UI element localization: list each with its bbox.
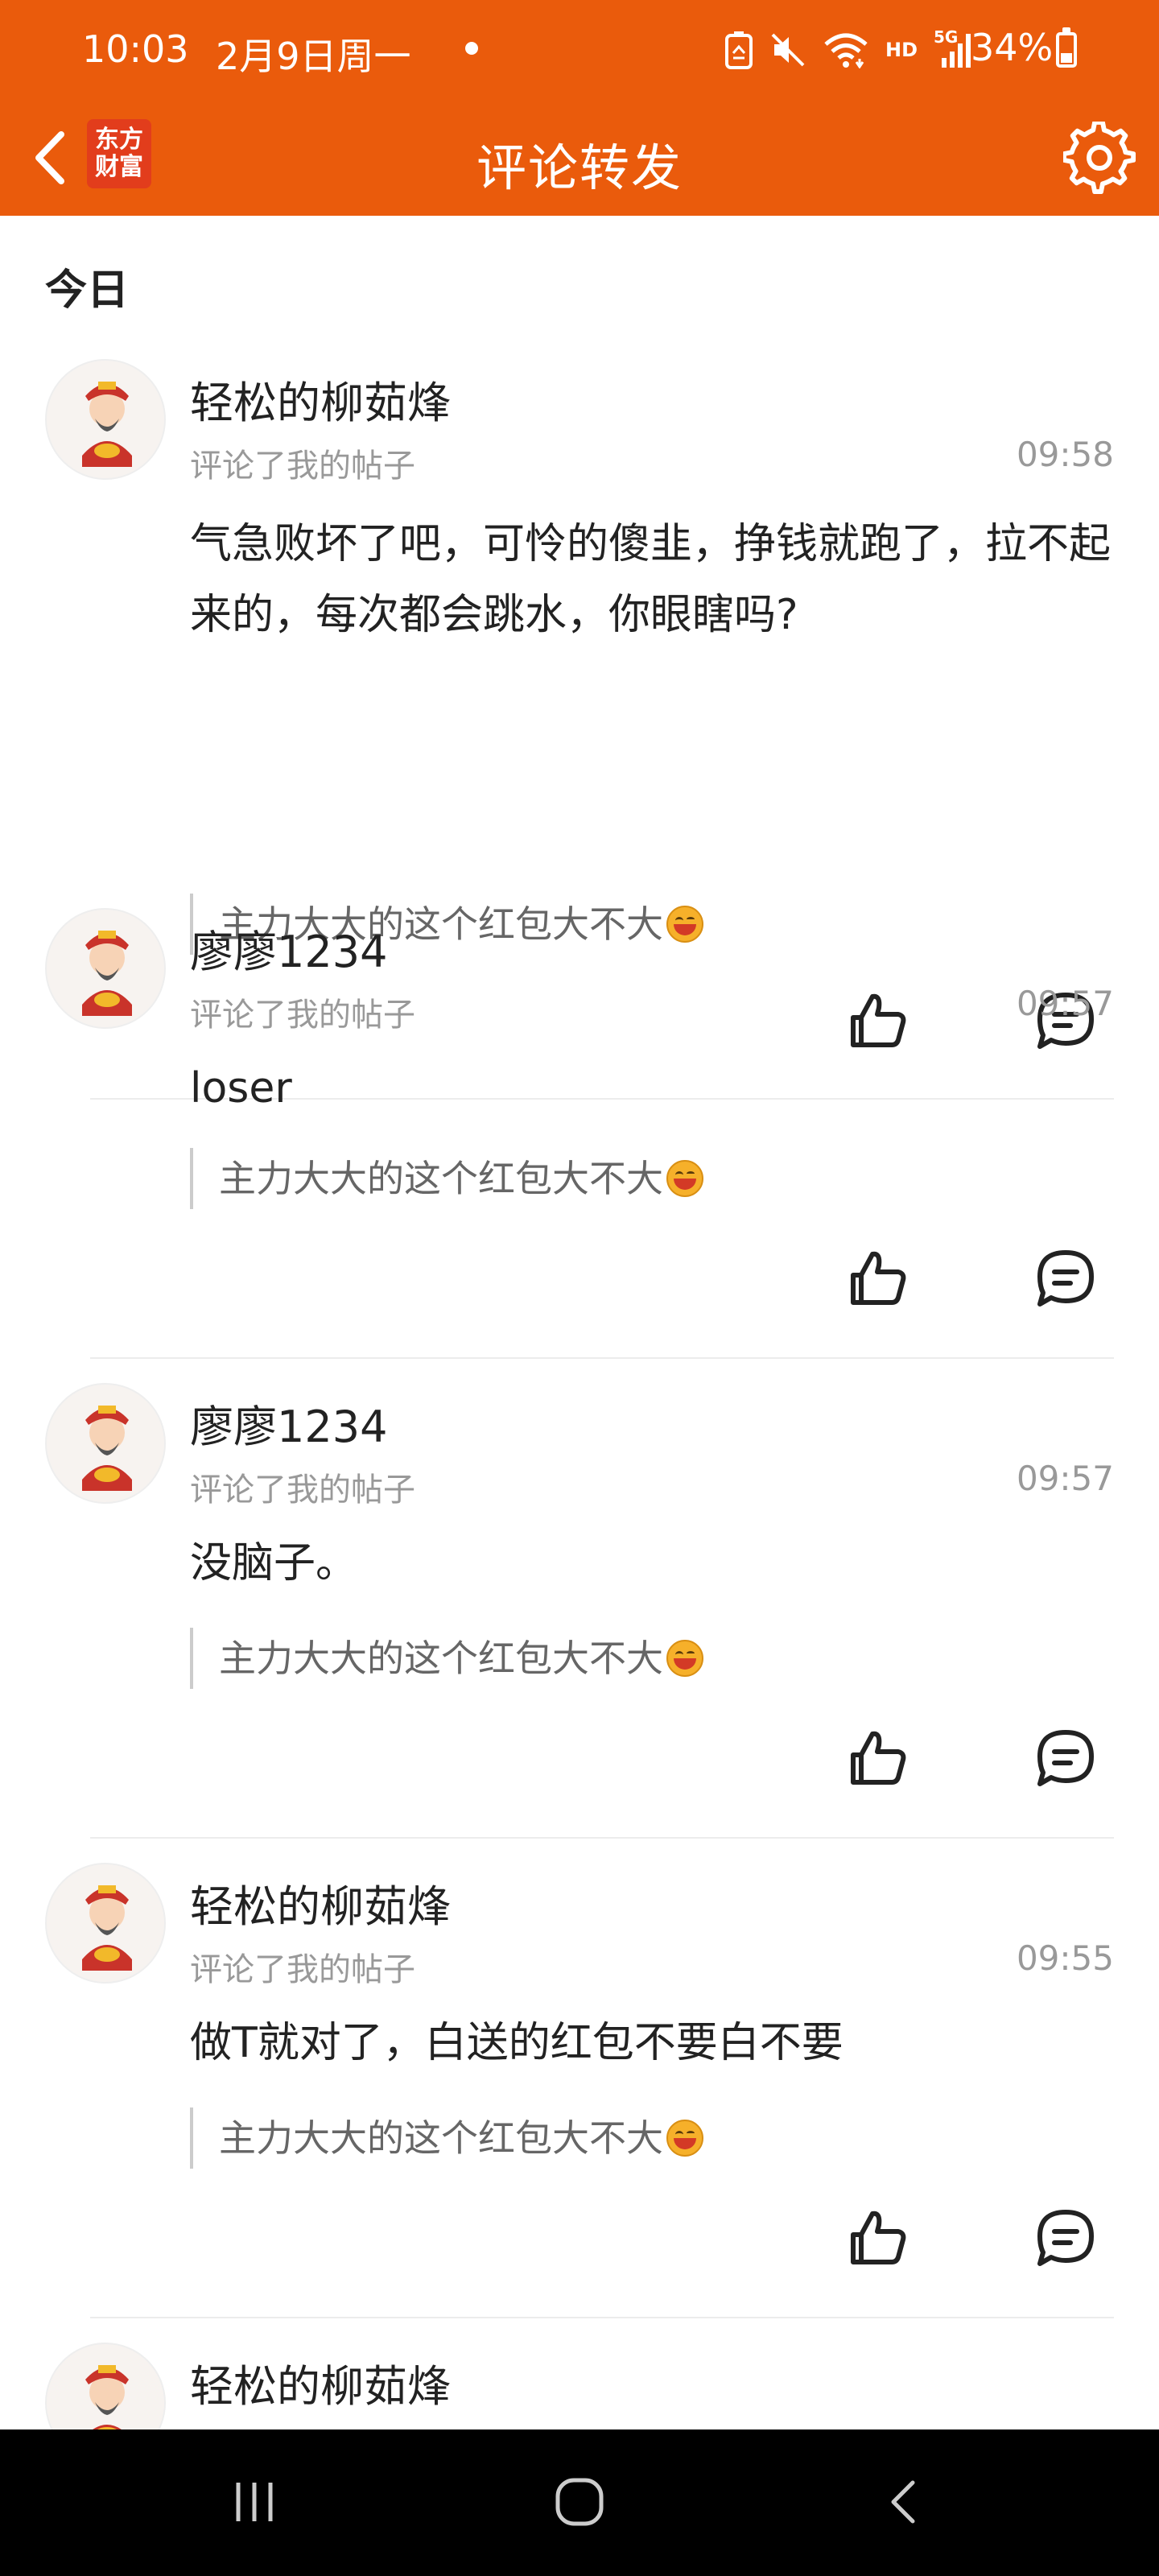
status-bar: 10:03 2月9日周一 HD 5G 34%	[0, 0, 1159, 101]
system-nav-bar	[0, 2429, 1159, 2576]
avatar[interactable]	[45, 908, 166, 1029]
comment-text[interactable]: 气急败坏了吧，可怜的傻韭，挣钱就跑了，拉不起来的，每次都会跳水，你眼瞎吗?	[190, 509, 1116, 651]
battery-icon	[1056, 27, 1077, 68]
notification-dot	[465, 42, 478, 55]
signal-icon: 5G	[934, 27, 974, 69]
comment-action: 评论了我的帖子	[190, 1951, 415, 1988]
status-icons: HD 5G	[724, 24, 974, 76]
settings-button[interactable]	[1058, 116, 1141, 200]
comment-username[interactable]: 轻松的柳茹烽	[190, 1871, 451, 1934]
comment-username[interactable]: 轻松的柳茹烽	[190, 2351, 451, 2414]
quoted-post-text: 主力大大的这个红包大不大	[219, 1637, 663, 1680]
laughing-emoji-icon	[666, 2120, 703, 2157]
thumbs-up-icon	[851, 1731, 906, 1785]
divider	[90, 1837, 1114, 1839]
comment-text[interactable]: 没脑子。	[190, 1528, 1116, 1599]
reply-button[interactable]	[1025, 1238, 1106, 1319]
nav-back-button[interactable]	[848, 2462, 961, 2542]
app-header: 东方 财富 评论转发	[0, 101, 1159, 216]
battery-percent: 34%	[971, 26, 1054, 69]
reply-button[interactable]	[1025, 1718, 1106, 1798]
quoted-post[interactable]: 主力大大的这个红包大不大	[190, 1148, 703, 1209]
quoted-post[interactable]: 主力大大的这个红包大不大	[190, 2107, 703, 2169]
recent-apps-icon	[236, 2483, 273, 2521]
thumbs-up-icon	[851, 2211, 906, 2264]
comment-username[interactable]: 廖廖1234	[190, 916, 387, 980]
comment-time: 09:55	[1016, 1938, 1114, 1978]
comment-username[interactable]: 轻松的柳茹烽	[190, 367, 451, 431]
quoted-post[interactable]: 主力大大的这个红包大不大	[190, 1628, 703, 1689]
comment-time: 09:57	[1016, 1459, 1114, 1498]
like-button[interactable]	[839, 2198, 919, 2278]
divider	[90, 2317, 1114, 2318]
comment-action: 评论了我的帖子	[190, 448, 415, 485]
comment-bubble-icon	[1037, 1730, 1094, 1786]
gear-icon	[1063, 122, 1136, 194]
recent-apps-button[interactable]	[198, 2462, 311, 2542]
home-button[interactable]	[523, 2462, 636, 2542]
avatar[interactable]	[45, 1383, 166, 1504]
divider	[90, 1357, 1114, 1359]
comment-item[interactable]: 轻松的柳茹烽	[0, 2343, 1159, 2429]
avatar[interactable]	[45, 2343, 166, 2429]
status-time: 10:03	[82, 27, 189, 71]
comment-list-area[interactable]: 今日 轻松的柳茹烽 评论了我的帖子 09:58 气急败坏了吧，可怜的傻韭，挣钱就…	[0, 216, 1159, 2429]
comment-action: 评论了我的帖子	[190, 1472, 415, 1509]
hd-label: HD	[885, 39, 918, 61]
home-icon	[555, 2478, 604, 2526]
thumbs-up-icon	[851, 1251, 906, 1305]
mute-icon	[771, 33, 805, 67]
laughing-emoji-icon	[666, 1160, 703, 1197]
quoted-post-text: 主力大大的这个红包大不大	[219, 1157, 663, 1200]
comment-item[interactable]: 廖廖1234 评论了我的帖子 09:57 没脑子。 主力大大的这个红包大不大	[0, 1383, 1159, 1863]
like-button[interactable]	[839, 1718, 919, 1798]
section-label-today: 今日	[45, 266, 130, 315]
page-title: 评论转发	[476, 138, 683, 197]
quoted-post-text: 主力大大的这个红包大不大	[219, 2116, 663, 2160]
comment-bubble-icon	[1037, 1250, 1094, 1307]
status-date: 2月9日周一	[216, 35, 411, 78]
recycle-notification-icon	[725, 31, 753, 69]
like-button[interactable]	[839, 1238, 919, 1319]
wifi-icon	[824, 33, 868, 68]
reply-button[interactable]	[1025, 2198, 1106, 2278]
comment-time: 09:58	[1016, 435, 1114, 474]
avatar[interactable]	[45, 1863, 166, 1984]
comment-item[interactable]: 廖廖1234 评论了我的帖子 09:57 loser 主力大大的这个红包大不大	[0, 908, 1159, 1383]
comment-action: 评论了我的帖子	[190, 997, 415, 1034]
comment-time: 09:57	[1016, 984, 1114, 1023]
avatar[interactable]	[45, 359, 166, 480]
comment-text[interactable]: 做T就对了，白送的红包不要白不要	[190, 2008, 1116, 2079]
comment-item[interactable]: 轻松的柳茹烽 评论了我的帖子 09:55 做T就对了，白送的红包不要白不要 主力…	[0, 1863, 1159, 2343]
comment-text[interactable]: loser	[190, 1053, 1116, 1124]
comment-username[interactable]: 廖廖1234	[190, 1391, 387, 1455]
laughing-emoji-icon	[666, 1640, 703, 1677]
comment-bubble-icon	[1037, 2210, 1094, 2266]
back-icon	[891, 2480, 915, 2524]
